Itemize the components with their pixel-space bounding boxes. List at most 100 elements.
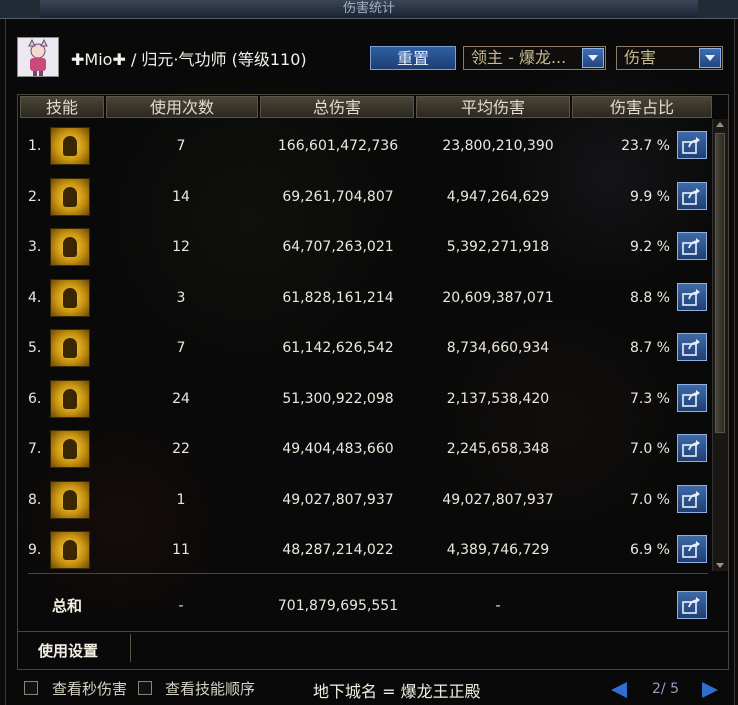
share-icon <box>682 597 700 614</box>
skill-icon[interactable] <box>50 127 90 165</box>
settings-tab[interactable]: 使用设置 <box>38 640 98 661</box>
share-total-button[interactable] <box>677 591 707 619</box>
row-damage-share: 8.7 % <box>629 340 670 356</box>
share-icon <box>682 389 700 407</box>
target-select[interactable]: 领主 - 爆龙... <box>463 46 606 70</box>
table-row: 6. 24 51,300,922,098 2,137,538,420 7.3 % <box>18 374 728 424</box>
row-damage-share: 9.2 % <box>629 239 670 255</box>
page-indicator: 2/ 5 <box>652 681 679 697</box>
scroll-down-arrow-icon[interactable] <box>714 559 727 571</box>
footer-bar: 查看秒伤害 查看技能顺序 地下城名 = 爆龙王正殿 2/ 5 <box>0 674 738 705</box>
per-second-damage-label[interactable]: 查看秒伤害 <box>52 678 127 699</box>
row-damage-share: 7.3 % <box>629 390 670 407</box>
table-row: 5. 7 61,142,626,542 8,734,660,934 8.7 % <box>18 323 728 373</box>
table-header: 技能 使用次数 总伤害 平均伤害 伤害占比 <box>18 95 728 119</box>
table-row: 1. 7 166,601,472,736 23,800,210,390 23.7 % <box>18 121 728 171</box>
row-rank: 7. <box>28 441 42 457</box>
row-damage-share: 6.9 % <box>629 542 670 558</box>
share-icon <box>682 137 700 154</box>
share-row-button[interactable] <box>677 383 707 412</box>
row-average-damage: 20,609,387,071 <box>442 289 554 306</box>
dropdown-arrow-icon[interactable] <box>699 48 721 68</box>
divider <box>18 631 728 632</box>
row-total-damage: 61,142,626,542 <box>282 340 394 356</box>
row-rank: 9. <box>28 542 42 558</box>
reset-button[interactable]: 重置 <box>370 46 456 70</box>
metric-select[interactable]: 伤害 <box>616 46 723 70</box>
total-average: - <box>495 598 501 614</box>
table-scrollbar[interactable] <box>712 119 728 571</box>
share-row-button[interactable] <box>677 484 707 513</box>
dropdown-arrow-icon[interactable] <box>582 48 604 68</box>
scroll-thumb[interactable] <box>715 133 725 433</box>
character-avatar <box>17 37 59 77</box>
share-row-button[interactable] <box>677 535 707 563</box>
row-rank: 6. <box>28 390 42 407</box>
share-icon <box>682 238 700 255</box>
row-average-damage: 49,027,807,937 <box>442 491 554 508</box>
share-row-button[interactable] <box>677 333 707 361</box>
row-rank: 1. <box>28 138 42 154</box>
row-total-damage: 48,287,214,022 <box>282 542 394 558</box>
table-row: 8. 1 49,027,807,937 49,027,807,937 7.0 % <box>18 475 728 525</box>
skill-icon[interactable] <box>50 480 90 519</box>
share-icon <box>682 440 700 457</box>
row-uses: 14 <box>172 188 190 205</box>
table-row: 9. 11 48,287,214,022 4,389,746,729 6.9 % <box>18 525 728 575</box>
scroll-up-arrow-icon[interactable] <box>714 119 727 131</box>
header-uses[interactable]: 使用次数 <box>106 96 258 118</box>
previous-page-arrow-icon[interactable] <box>611 682 627 698</box>
row-damage-share: 23.7 % <box>621 138 670 154</box>
total-uses: - <box>178 598 184 614</box>
row-uses: 7 <box>176 340 186 356</box>
share-row-button[interactable] <box>677 434 707 462</box>
row-uses: 24 <box>172 390 190 407</box>
row-rank: 8. <box>28 491 42 508</box>
header-total-damage[interactable]: 总伤害 <box>260 96 414 118</box>
header-average-damage[interactable]: 平均伤害 <box>416 96 570 118</box>
skill-icon[interactable] <box>50 531 90 569</box>
row-total-damage: 69,261,704,807 <box>282 188 394 205</box>
share-row-button[interactable] <box>677 181 707 210</box>
skill-icon[interactable] <box>50 228 90 266</box>
skill-icon[interactable] <box>50 278 90 317</box>
share-row-button[interactable] <box>677 282 707 311</box>
row-uses: 1 <box>176 491 186 508</box>
window-title: 伤害统计 <box>342 1 395 16</box>
skill-icon[interactable] <box>50 430 90 468</box>
share-row-button[interactable] <box>677 131 707 159</box>
row-rank: 3. <box>28 239 42 255</box>
row-average-damage: 5,392,271,918 <box>446 239 550 255</box>
table-row: 4. 3 61,828,161,214 20,609,387,071 8.8 % <box>18 273 728 323</box>
total-row: 总和 - 701,879,695,551 - <box>18 581 728 631</box>
row-total-damage: 64,707,263,021 <box>282 239 394 255</box>
character-name-class: ✚Mio✚ / 归元·气功师 (等级110) <box>71 50 307 69</box>
row-rank: 2. <box>28 188 42 205</box>
share-icon <box>682 541 700 558</box>
damage-table: 技能 使用次数 总伤害 平均伤害 伤害占比 1. 7 166,601,472,736… <box>17 94 729 670</box>
row-average-damage: 4,947,264,629 <box>446 188 550 205</box>
skill-icon[interactable] <box>50 177 90 216</box>
skill-order-label[interactable]: 查看技能顺序 <box>165 678 255 699</box>
row-total-damage: 166,601,472,736 <box>277 138 399 154</box>
skill-icon[interactable] <box>50 329 90 367</box>
header-skill[interactable]: 技能 <box>20 96 104 118</box>
window-titlebar[interactable]: 伤害统计 <box>0 0 738 19</box>
row-uses: 11 <box>172 542 190 558</box>
row-average-damage: 2,137,538,420 <box>446 390 550 407</box>
skill-order-checkbox[interactable] <box>138 681 152 695</box>
row-rank: 5. <box>28 340 42 356</box>
header-damage-share[interactable]: 伤害占比 <box>572 96 712 118</box>
total-damage: 701,879,695,551 <box>277 598 399 614</box>
row-average-damage: 2,245,658,348 <box>446 441 550 457</box>
next-page-arrow-icon[interactable] <box>702 682 718 698</box>
row-uses: 12 <box>172 239 190 255</box>
share-row-button[interactable] <box>677 232 707 260</box>
dungeon-name: 地下城名 = 爆龙王正殿 <box>313 682 481 701</box>
per-second-damage-checkbox[interactable] <box>24 681 38 695</box>
skill-icon[interactable] <box>50 379 90 418</box>
row-damage-share: 7.0 % <box>629 491 670 508</box>
row-rank: 4. <box>28 289 42 306</box>
table-row: 7. 22 49,404,483,660 2,245,658,348 7.0 % <box>18 424 728 474</box>
row-total-damage: 61,828,161,214 <box>282 289 394 306</box>
